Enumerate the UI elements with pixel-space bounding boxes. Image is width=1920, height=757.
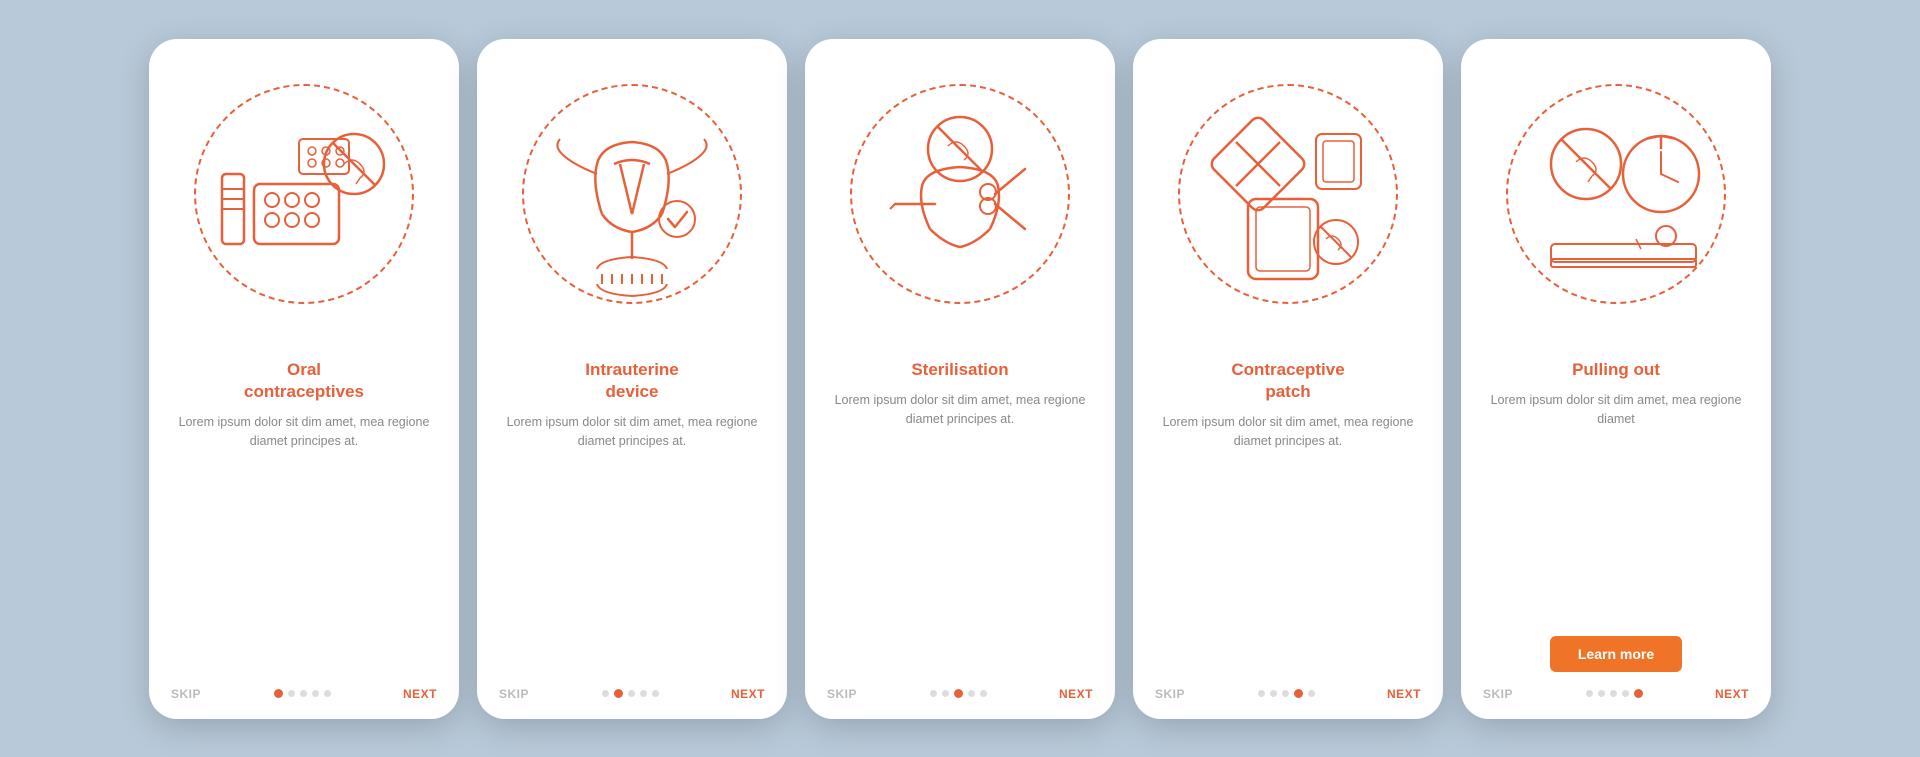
screen-title: Sterilisation xyxy=(827,359,1093,381)
dot-2 xyxy=(1598,690,1605,697)
screen-oral-contraceptives: Oral contraceptives Lorem ipsum dolor si… xyxy=(149,39,459,719)
screen-body: Lorem ipsum dolor sit dim amet, mea regi… xyxy=(827,391,1093,677)
screen-content: Oral contraceptives Lorem ipsum dolor si… xyxy=(149,349,459,677)
dot-1 xyxy=(1258,690,1265,697)
dot-5 xyxy=(1634,689,1643,698)
screen-body: Lorem ipsum dolor sit dim amet, mea regi… xyxy=(499,413,765,677)
dot-1 xyxy=(1586,690,1593,697)
screen-footer: SKIP NEXT xyxy=(1133,677,1443,719)
dot-5 xyxy=(980,690,987,697)
illustration-patch xyxy=(1133,39,1443,349)
pagination-dots xyxy=(602,689,659,698)
learn-more-button[interactable]: Learn more xyxy=(1550,636,1682,672)
dot-4 xyxy=(640,690,647,697)
iud-svg xyxy=(512,74,752,314)
next-button[interactable]: NEXT xyxy=(1059,687,1093,701)
screen-body: Lorem ipsum dolor sit dim amet, mea regi… xyxy=(171,413,437,677)
screen-title: Intrauterine device xyxy=(499,359,765,403)
screen-body: Lorem ipsum dolor sit dim amet, mea regi… xyxy=(1155,413,1421,677)
illustration-sterilisation xyxy=(805,39,1115,349)
dot-2 xyxy=(288,690,295,697)
dot-5 xyxy=(1308,690,1315,697)
screen-content: Intrauterine device Lorem ipsum dolor si… xyxy=(477,349,787,677)
screen-footer: SKIP NEXT xyxy=(805,677,1115,719)
dot-1 xyxy=(930,690,937,697)
next-button[interactable]: NEXT xyxy=(731,687,765,701)
sterilisation-svg xyxy=(840,74,1080,314)
screen-sterilisation: Sterilisation Lorem ipsum dolor sit dim … xyxy=(805,39,1115,719)
screen-content: Pulling out Lorem ipsum dolor sit dim am… xyxy=(1461,349,1771,677)
dot-3 xyxy=(300,690,307,697)
skip-button[interactable]: SKIP xyxy=(1483,687,1513,701)
screen-contraceptive-patch: Contraceptive patch Lorem ipsum dolor si… xyxy=(1133,39,1443,719)
skip-button[interactable]: SKIP xyxy=(827,687,857,701)
dot-3 xyxy=(628,690,635,697)
dot-1 xyxy=(274,689,283,698)
skip-button[interactable]: SKIP xyxy=(171,687,201,701)
pagination-dots xyxy=(930,689,987,698)
dot-4 xyxy=(968,690,975,697)
screen-footer: SKIP NEXT xyxy=(149,677,459,719)
dot-4 xyxy=(312,690,319,697)
dot-1 xyxy=(602,690,609,697)
dot-4 xyxy=(1294,689,1303,698)
pagination-dots xyxy=(274,689,331,698)
screen-body: Lorem ipsum dolor sit dim amet, mea regi… xyxy=(1483,391,1749,626)
pagination-dots xyxy=(1586,689,1643,698)
skip-button[interactable]: SKIP xyxy=(499,687,529,701)
screen-intrauterine-device: Intrauterine device Lorem ipsum dolor si… xyxy=(477,39,787,719)
screens-container: Oral contraceptives Lorem ipsum dolor si… xyxy=(109,9,1811,749)
dot-5 xyxy=(324,690,331,697)
dot-2 xyxy=(614,689,623,698)
pagination-dots xyxy=(1258,689,1315,698)
dot-3 xyxy=(954,689,963,698)
screen-title: Contraceptive patch xyxy=(1155,359,1421,403)
patch-svg xyxy=(1168,74,1408,314)
dot-3 xyxy=(1610,690,1617,697)
dot-5 xyxy=(652,690,659,697)
screen-footer: SKIP NEXT xyxy=(1461,677,1771,719)
dot-2 xyxy=(942,690,949,697)
dot-3 xyxy=(1282,690,1289,697)
screen-title: Pulling out xyxy=(1483,359,1749,381)
screen-content: Contraceptive patch Lorem ipsum dolor si… xyxy=(1133,349,1443,677)
dot-4 xyxy=(1622,690,1629,697)
pulling-out-svg xyxy=(1496,74,1736,314)
illustration-oral-contraceptives xyxy=(149,39,459,349)
screen-pulling-out: Pulling out Lorem ipsum dolor sit dim am… xyxy=(1461,39,1771,719)
screen-footer: SKIP NEXT xyxy=(477,677,787,719)
screen-title: Oral contraceptives xyxy=(171,359,437,403)
illustration-pulling-out xyxy=(1461,39,1771,349)
illustration-iud xyxy=(477,39,787,349)
next-button[interactable]: NEXT xyxy=(1715,687,1749,701)
screen-content: Sterilisation Lorem ipsum dolor sit dim … xyxy=(805,349,1115,677)
dot-2 xyxy=(1270,690,1277,697)
next-button[interactable]: NEXT xyxy=(1387,687,1421,701)
oral-contraceptives-svg xyxy=(184,74,424,314)
skip-button[interactable]: SKIP xyxy=(1155,687,1185,701)
next-button[interactable]: NEXT xyxy=(403,687,437,701)
